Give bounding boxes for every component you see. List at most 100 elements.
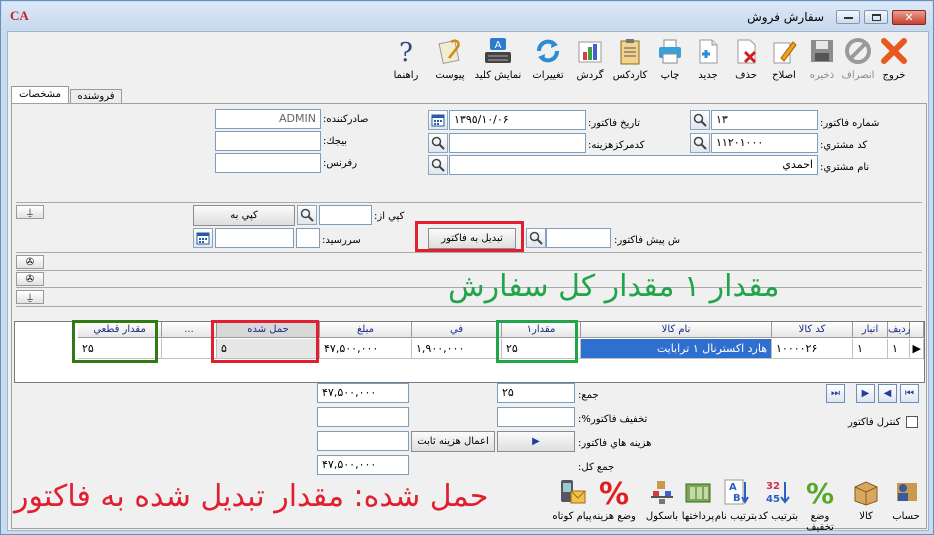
kardex-toolbar-button[interactable]: کاردکس xyxy=(610,34,650,86)
account-bottom-button[interactable]: حساب xyxy=(888,477,924,527)
goods-bottom-button[interactable]: كالا xyxy=(848,477,884,527)
chart-toolbar-button[interactable]: گردش xyxy=(570,34,610,86)
toolbar-label: حذف xyxy=(735,70,757,81)
copy-from-label: كپي از: xyxy=(374,211,405,222)
col-header-store[interactable]: انبار xyxy=(853,322,888,338)
proforma-search-button[interactable] xyxy=(526,228,546,248)
invoice-control-checkbox[interactable] xyxy=(906,416,918,428)
cell-name[interactable]: هارد اكسترنال ١ ترابايت xyxy=(581,339,772,359)
cell-store[interactable]: ١ xyxy=(853,339,888,359)
sort-code-bottom-button[interactable]: 32 45 بترتيب كد xyxy=(756,477,800,527)
payments-bottom-button[interactable]: پرداختها xyxy=(679,477,717,527)
invoice-search-button[interactable] xyxy=(690,110,710,130)
maximize-button[interactable] xyxy=(864,10,888,24)
date-picker-button[interactable] xyxy=(428,110,448,130)
refresh-icon xyxy=(532,36,564,68)
tab-seller-label: فروشنده xyxy=(77,91,115,102)
scale-bottom-button[interactable]: باسكول xyxy=(642,477,682,527)
due-days-field[interactable] xyxy=(296,228,320,248)
reference-field[interactable] xyxy=(215,153,321,173)
discount-bottom-button[interactable]: % وضع تخفيف xyxy=(798,477,842,533)
new-toolbar-button[interactable]: جديد xyxy=(690,34,726,86)
goods-icon xyxy=(850,477,882,509)
proforma-field[interactable] xyxy=(546,228,611,248)
bottom-label: وضع تخفيف xyxy=(806,511,834,533)
pin-button-4[interactable]: ⍊ xyxy=(16,290,44,304)
col-header-code[interactable]: كد كالا xyxy=(772,322,853,338)
due-date-field[interactable] xyxy=(215,228,294,248)
pin-icon: ⍊ xyxy=(27,291,33,303)
attach-toolbar-button[interactable]: پيوست xyxy=(430,34,470,86)
customer-search-button[interactable] xyxy=(690,133,710,153)
svg-text:?: ? xyxy=(399,38,413,66)
cancel-toolbar-button[interactable]: انصراف xyxy=(839,34,877,86)
budget-field[interactable] xyxy=(215,131,321,151)
cell-code[interactable]: ١٠٠٠٠٢۶ xyxy=(772,339,853,359)
row-indicator-header xyxy=(910,322,924,338)
cost-center-field[interactable] xyxy=(449,133,586,153)
help-toolbar-button[interactable]: ? راهنما xyxy=(387,34,425,86)
save-toolbar-button[interactable]: ذخيره xyxy=(803,34,841,86)
nav-last-button[interactable]: ⏭ xyxy=(826,384,845,403)
cost-percent-icon: % xyxy=(598,477,630,512)
invoice-no-field[interactable]: ١٣ xyxy=(711,110,818,130)
attach-icon xyxy=(434,36,466,68)
search-icon xyxy=(431,158,445,172)
convert-to-invoice-button[interactable]: تبديل به فاكتور xyxy=(428,228,516,249)
close-button[interactable]: ✕ xyxy=(892,10,926,25)
search-icon xyxy=(300,208,314,222)
cost-center-search-button[interactable] xyxy=(428,133,448,153)
minimize-button[interactable] xyxy=(836,10,860,24)
copy-to-button[interactable]: كپي به xyxy=(193,205,295,226)
sum-label: جمع: xyxy=(578,390,599,401)
tab-details[interactable]: مشخصات xyxy=(11,86,69,103)
invoice-costs-label: هزينه هاي فاكتور: xyxy=(578,438,652,449)
pin-button-2[interactable]: ✇ xyxy=(16,255,44,269)
sort-name-bottom-button[interactable]: A B بترتيب نام xyxy=(714,477,758,527)
cell-amount[interactable]: ۴٧,۵٠٠,٠٠٠ xyxy=(320,339,412,359)
calendar-icon xyxy=(196,232,210,245)
tab-details-label: مشخصات xyxy=(19,89,61,100)
tab-seller[interactable]: فروشنده xyxy=(70,89,122,103)
cell-row[interactable]: ١ xyxy=(888,339,910,359)
col-header-name[interactable]: نام كالا xyxy=(581,322,772,338)
date-field[interactable]: ١٣٩٥/١٠/٠۶ xyxy=(449,110,586,130)
search-icon xyxy=(529,231,543,245)
customer-name-search-button[interactable] xyxy=(428,155,448,175)
cell-more[interactable] xyxy=(162,339,217,359)
copy-from-field[interactable] xyxy=(319,205,372,225)
edit-toolbar-button[interactable]: اصلاح xyxy=(765,34,803,86)
col-header-row[interactable]: رديف xyxy=(888,322,910,338)
customer-code-field[interactable]: ١١٢٠١٠٠٠ xyxy=(711,133,818,153)
col-header-price[interactable]: في xyxy=(412,322,502,338)
pin-button-3[interactable]: ✇ xyxy=(16,272,44,286)
title-bar: CA سفارش فروش ✕ xyxy=(2,2,932,30)
svg-text:B: B xyxy=(733,493,741,504)
nav-next-button[interactable]: ▶ xyxy=(856,384,875,403)
keyboard-toolbar-button[interactable]: A نمايش کليد xyxy=(471,34,525,86)
cost-percent-bottom-button[interactable]: % وضع هزينه xyxy=(592,477,636,527)
pin-button-1[interactable]: ⍊ xyxy=(16,205,44,219)
nav-prev-button[interactable]: ◀ xyxy=(878,384,897,403)
toolbar-label: پيوست xyxy=(435,70,465,81)
toolbar-label: ذخيره xyxy=(809,70,835,81)
customer-name-field[interactable]: احمدي xyxy=(449,155,818,175)
apply-fixed-costs-button[interactable]: اعمال هزينه ثابت xyxy=(411,431,495,452)
sum-amount-field: ۴٧,۵٠٠,٠٠٠ xyxy=(317,383,409,403)
exit-toolbar-button[interactable]: خروج xyxy=(874,34,914,86)
sms-bottom-button[interactable]: پيام كوتاه xyxy=(550,477,594,527)
copy-from-search-button[interactable] xyxy=(297,205,317,225)
discount-field[interactable] xyxy=(497,407,575,427)
nav-first-button[interactable]: ⏮ xyxy=(900,384,919,403)
delete-toolbar-button[interactable]: حذف xyxy=(728,34,764,86)
costs-arrow-button[interactable]: ▶ xyxy=(497,431,575,452)
issuer-field[interactable]: ADMIN xyxy=(215,109,321,129)
due-date-picker-button[interactable] xyxy=(193,228,213,248)
refresh-toolbar-button[interactable]: تغييرات xyxy=(525,34,571,86)
print-toolbar-button[interactable]: چاپ xyxy=(652,34,688,86)
client-area: خروج انصراف ذخيره اصلاح حذف جديد چاپ کاردکس گردش… xyxy=(7,31,929,533)
chart-icon xyxy=(574,36,606,68)
col-header-more[interactable]: ... xyxy=(162,322,217,338)
col-header-amount[interactable]: مبلغ xyxy=(320,322,412,338)
cell-price[interactable]: ١,٩٠٠,٠٠٠ xyxy=(412,339,502,359)
